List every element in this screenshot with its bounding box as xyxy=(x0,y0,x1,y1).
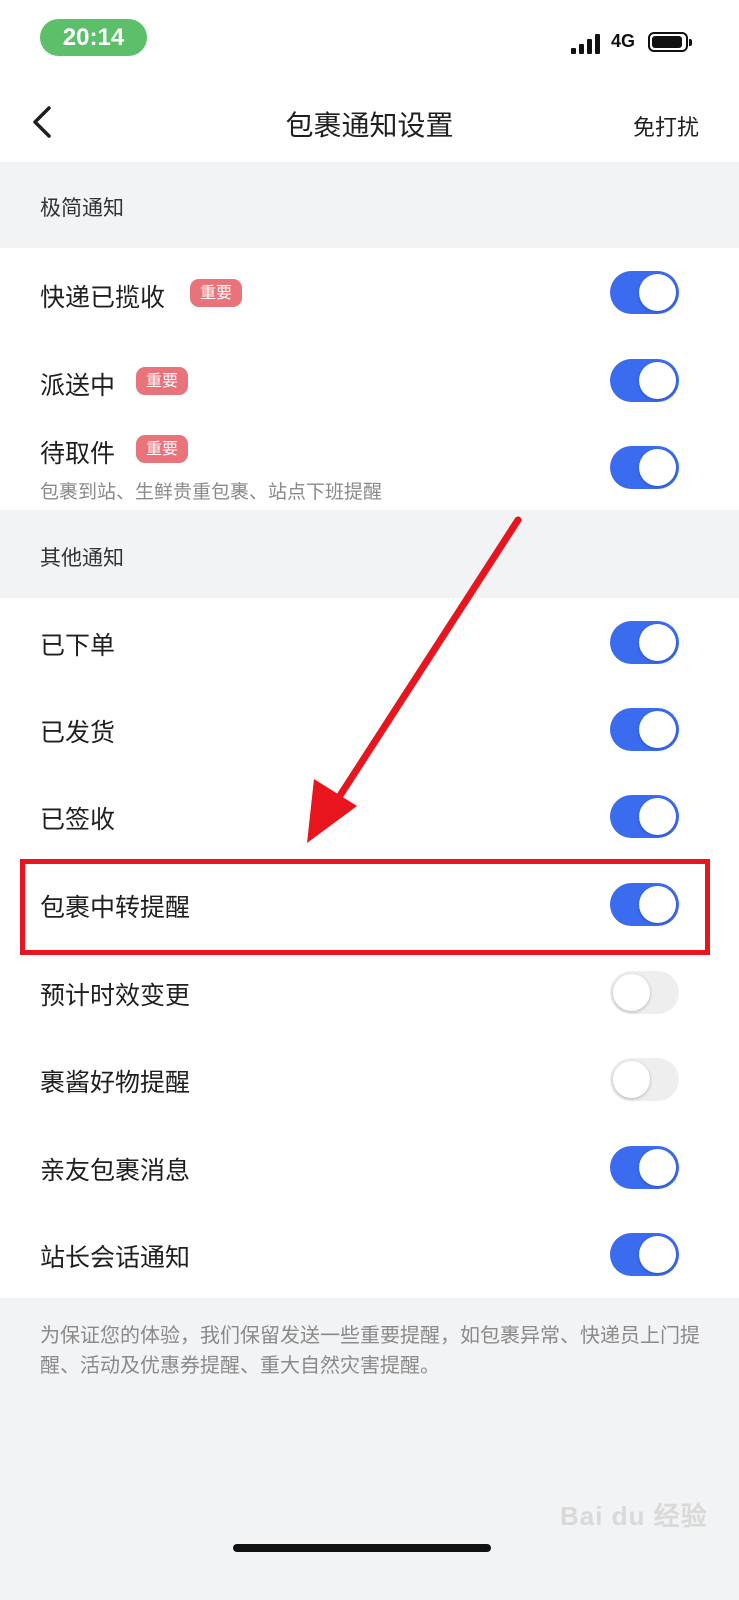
watermark-logo: Bai du 经验 xyxy=(560,1501,708,1531)
status-bar: 20:14 4G xyxy=(0,0,739,80)
page-title: 包裹通知设置 xyxy=(285,109,454,142)
section-other-list: 已下单 已发货 已签收 包裹中转提醒 预计时效变更 裹酱好物提醒 亲友包裹消息 … xyxy=(0,598,739,1298)
footer-note: 为保证您的体验，我们保留发送一些重要提醒，如包裹异常、快递员上门提醒、活动及优惠… xyxy=(40,1323,700,1377)
list-item: 裹酱好物提醒 xyxy=(0,1035,739,1123)
item-label: 包裹中转提醒 xyxy=(40,893,191,922)
home-indicator xyxy=(233,1544,491,1552)
toggle-switch[interactable] xyxy=(610,708,679,751)
item-label: 预计时效变更 xyxy=(40,981,191,1010)
item-label: 快递已揽收 xyxy=(40,283,166,312)
section-simple-list: 快递已揽收 重要 派送中 重要 待取件 重要 包裹到站、生鲜贵重包裹、站点下班提… xyxy=(0,248,739,510)
item-label: 待取件 xyxy=(40,439,116,468)
item-label: 亲友包裹消息 xyxy=(40,1156,191,1185)
item-label: 已下单 xyxy=(40,631,116,660)
item-label: 已签收 xyxy=(40,805,116,834)
item-subtitle: 包裹到站、生鲜贵重包裹、站点下班提醒 xyxy=(40,481,383,503)
item-label: 派送中 xyxy=(40,371,116,400)
signal-icon xyxy=(571,32,601,54)
toggle-switch[interactable] xyxy=(610,621,679,664)
item-label: 站长会话通知 xyxy=(40,1243,191,1272)
item-label: 已发货 xyxy=(40,718,116,747)
list-item: 已发货 xyxy=(0,685,739,772)
battery-icon xyxy=(648,32,692,52)
toggle-switch[interactable] xyxy=(610,971,679,1014)
status-time: 20:14 xyxy=(40,19,147,56)
toggle-switch[interactable] xyxy=(610,271,679,314)
toggle-switch[interactable] xyxy=(610,1058,679,1101)
toggle-switch[interactable] xyxy=(610,1233,679,1276)
list-item: 待取件 重要 包裹到站、生鲜贵重包裹、站点下班提醒 xyxy=(0,424,739,510)
list-item: 快递已揽收 重要 xyxy=(0,248,739,336)
section-title: 其他通知 xyxy=(40,546,124,570)
item-label: 裹酱好物提醒 xyxy=(40,1068,191,1097)
do-not-disturb-button[interactable]: 免打扰 xyxy=(633,110,699,142)
section-title: 极简通知 xyxy=(40,196,124,220)
list-item: 站长会话通知 xyxy=(0,1210,739,1298)
section-header-other: 其他通知 xyxy=(0,510,739,598)
section-header-simple: 极简通知 xyxy=(0,162,739,248)
important-badge: 重要 xyxy=(190,279,243,307)
toggle-switch[interactable] xyxy=(610,446,679,489)
toggle-switch[interactable] xyxy=(610,795,679,838)
network-type: 4G xyxy=(611,31,636,51)
toggle-switch[interactable] xyxy=(610,359,679,402)
list-item: 预计时效变更 xyxy=(0,948,739,1035)
list-item: 派送中 重要 xyxy=(0,336,739,424)
nav-bar: 包裹通知设置 免打扰 xyxy=(0,80,739,162)
list-item: 已签收 xyxy=(0,772,739,860)
list-item: 已下单 xyxy=(0,598,739,685)
important-badge: 重要 xyxy=(136,367,189,395)
toggle-switch[interactable] xyxy=(610,883,679,926)
list-item: 亲友包裹消息 xyxy=(0,1123,739,1210)
toggle-switch[interactable] xyxy=(610,1146,679,1189)
list-item: 包裹中转提醒 xyxy=(0,860,739,948)
important-badge: 重要 xyxy=(136,435,189,463)
